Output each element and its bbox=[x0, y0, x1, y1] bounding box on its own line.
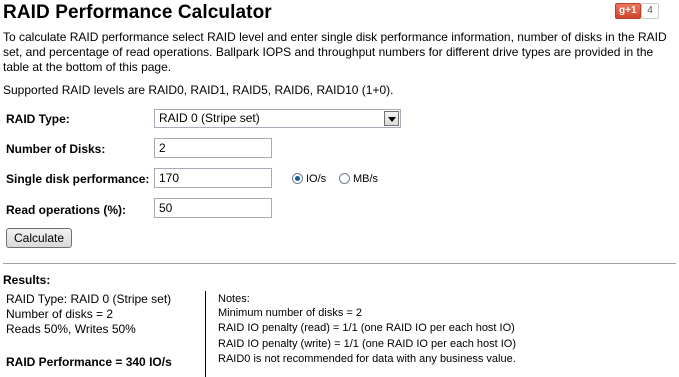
page-title: RAID Performance Calculator bbox=[3, 2, 272, 23]
note-min-disks: Minimum number of disks = 2 bbox=[218, 307, 362, 319]
note-read-penalty: RAID IO penalty (read) = 1/1 (one RAID I… bbox=[218, 322, 515, 334]
disks-input[interactable] bbox=[154, 138, 272, 158]
read-ops-label: Read operations (%): bbox=[6, 203, 127, 217]
raid-type-label: RAID Type: bbox=[6, 112, 70, 126]
results-heading: Results: bbox=[3, 273, 51, 287]
results-separator bbox=[205, 291, 206, 377]
note-recommendation: RAID0 is not recommended for data with a… bbox=[218, 353, 516, 365]
divider bbox=[3, 263, 676, 264]
result-read-write-mix: Reads 50%, Writes 50% bbox=[6, 322, 136, 336]
raid-performance-result: RAID Performance = 340 IO/s bbox=[6, 355, 172, 369]
result-disk-count: Number of disks = 2 bbox=[6, 307, 114, 321]
mbs-radio-label: MB/s bbox=[353, 173, 379, 185]
calculate-button[interactable]: Calculate bbox=[6, 228, 72, 248]
disk-performance-label: Single disk performance: bbox=[6, 172, 150, 186]
disks-label: Number of Disks: bbox=[6, 142, 106, 156]
google-plus-button[interactable]: g+1 bbox=[615, 3, 641, 19]
mbs-radio[interactable] bbox=[339, 173, 350, 184]
read-ops-input[interactable] bbox=[154, 198, 272, 218]
notes-heading: Notes: bbox=[218, 293, 250, 305]
note-write-penalty: RAID IO penalty (write) = 1/1 (one RAID … bbox=[218, 338, 517, 350]
result-raid-type: RAID Type: RAID 0 (Stripe set) bbox=[6, 292, 172, 306]
google-plus-count: 4 bbox=[641, 3, 659, 19]
iops-radio-label: IO/s bbox=[306, 173, 327, 185]
supported-levels-text: Supported RAID levels are RAID0, RAID1, … bbox=[3, 83, 394, 97]
intro-text: To calculate RAID performance select RAI… bbox=[3, 30, 667, 74]
raid-type-selected-value: RAID 0 (Stripe set) bbox=[159, 111, 260, 125]
iops-radio[interactable] bbox=[292, 173, 303, 184]
disk-performance-input[interactable] bbox=[154, 168, 272, 188]
dropdown-arrow-icon[interactable] bbox=[384, 111, 399, 126]
raid-type-select[interactable]: RAID 0 (Stripe set) bbox=[154, 109, 401, 128]
